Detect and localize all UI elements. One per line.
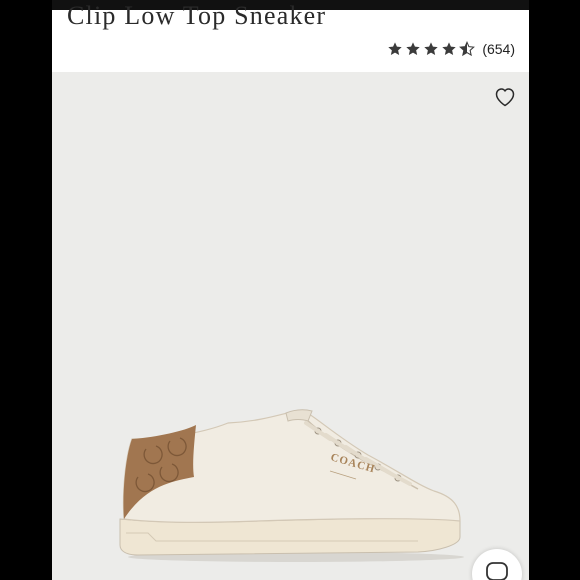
star-icon (388, 42, 402, 55)
star-icon (442, 42, 456, 55)
product-header: Clip Low Top Sneaker (654) (52, 1, 529, 72)
chat-bubble-icon (486, 562, 508, 580)
star-half-icon (459, 41, 476, 57)
product-image-sneaker: COACH (119, 409, 464, 562)
star-icon (406, 42, 420, 55)
chat-button[interactable] (472, 549, 522, 580)
heart-icon[interactable] (493, 85, 517, 109)
product-page: Clip Low Top Sneaker (654) COACH (52, 0, 529, 580)
rating-summary[interactable]: (654) (387, 41, 515, 57)
star-icon (424, 42, 438, 55)
product-title: Clip Low Top Sneaker (67, 1, 327, 30)
review-count[interactable]: (654) (482, 41, 515, 57)
